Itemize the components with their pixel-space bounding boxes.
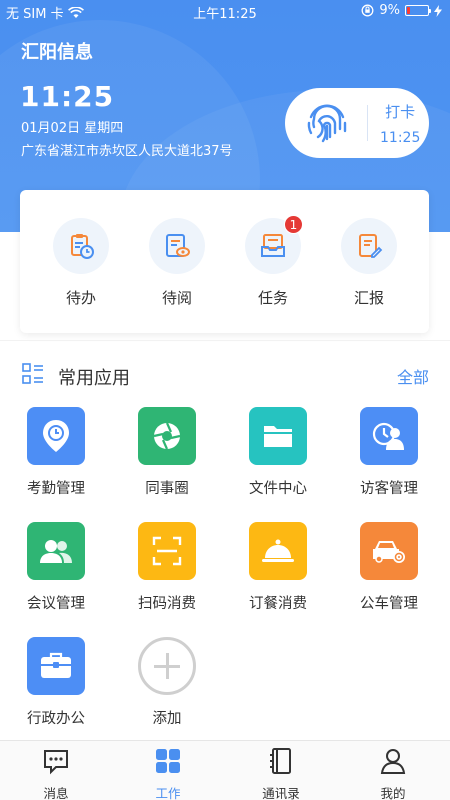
scan-icon [138,522,196,580]
shutter-icon [138,407,196,465]
quick-report[interactable]: 汇报 [339,218,399,308]
view-all-link[interactable]: 全部 [397,364,429,388]
app-label: 行政办公 [27,711,85,727]
quick-todo[interactable]: 待办 [51,218,111,308]
app-label: 访客管理 [360,481,418,497]
divider [0,340,450,341]
current-time: 11:25 [20,80,115,113]
quick-task[interactable]: 1 任务 [243,215,303,308]
tab-label: 工作 [155,786,181,800]
quick-report-label: 汇报 [353,289,384,307]
add-icon [138,637,196,695]
tab-work[interactable]: 工作 [128,747,208,800]
quick-todo-label: 待办 [65,289,96,307]
location-clock-icon [27,407,85,465]
tab-messages[interactable]: 消息 [16,747,96,800]
app-meal-order[interactable]: 订餐消费 [238,522,318,613]
battery-percent: 9% [379,3,400,18]
app-label: 考勤管理 [27,481,85,497]
app-meetings[interactable]: 会议管理 [16,522,96,613]
clipboard-clock-icon [53,218,109,274]
task-badge: 1 [284,215,303,234]
briefcase-icon [27,637,85,695]
punch-label: 打卡 [385,102,416,121]
app-label: 公车管理 [360,596,418,612]
app-add-button[interactable]: 添加 [127,637,207,728]
app-label: 订餐消费 [249,596,307,612]
app-label: 扫码消费 [138,596,196,612]
app-vehicles[interactable]: 公车管理 [349,522,429,613]
app-admin-office[interactable]: 行政办公 [16,637,96,728]
section-title: 常用应用 [58,368,130,389]
address-book-icon [270,748,291,774]
tab-label: 消息 [43,786,69,800]
app-label: 文件中心 [249,481,307,497]
tab-bar: 消息 工作 通讯录 我的 [0,740,450,800]
tab-me[interactable]: 我的 [353,747,433,800]
tab-label: 我的 [380,786,406,800]
app-attendance[interactable]: 考勤管理 [16,407,96,498]
app-label: 添加 [152,711,182,727]
punch-divider [367,105,368,141]
report-pen-icon [341,218,397,274]
app-list-icon [22,363,43,384]
visitor-icon [360,407,418,465]
quick-toread[interactable]: 待阅 [147,218,207,308]
grid-icon [156,749,180,773]
app-visitors[interactable]: 访客管理 [349,407,429,498]
app-label: 会议管理 [27,596,85,612]
tab-contacts[interactable]: 通讯录 [241,747,321,800]
app-label: 同事圈 [145,481,189,497]
punch-time: 11:25 [380,129,421,146]
current-address: 广东省湛江市赤坎区人民大道北37号 [21,144,233,159]
battery-icon [405,5,431,16]
document-eye-icon [149,218,205,274]
status-bar: 无 SIM 卡 上午11:25 9% [0,0,450,22]
cloche-icon [249,522,307,580]
tab-label: 通讯录 [262,786,300,800]
people-icon [27,522,85,580]
fingerprint-icon [307,104,347,143]
car-icon [360,522,418,580]
orientation-lock-icon [361,4,374,17]
app-files[interactable]: 文件中心 [238,407,318,498]
app-moments[interactable]: 同事圈 [127,407,207,498]
person-icon [380,749,406,774]
inbox-task-icon: 1 [245,215,303,274]
charging-icon [434,4,442,17]
current-date: 01月02日 星期四 [21,121,124,136]
punch-in-button[interactable]: 打卡 11:25 [285,88,429,158]
app-scan-pay[interactable]: 扫码消费 [127,522,207,613]
quick-task-label: 任务 [257,289,288,307]
quick-actions-card: 待办 待阅 1 任务 汇报 [20,190,429,333]
quick-toread-label: 待阅 [161,289,192,307]
message-icon [44,750,68,775]
folder-icon [249,407,307,465]
company-name: 汇阳信息 [21,42,93,63]
